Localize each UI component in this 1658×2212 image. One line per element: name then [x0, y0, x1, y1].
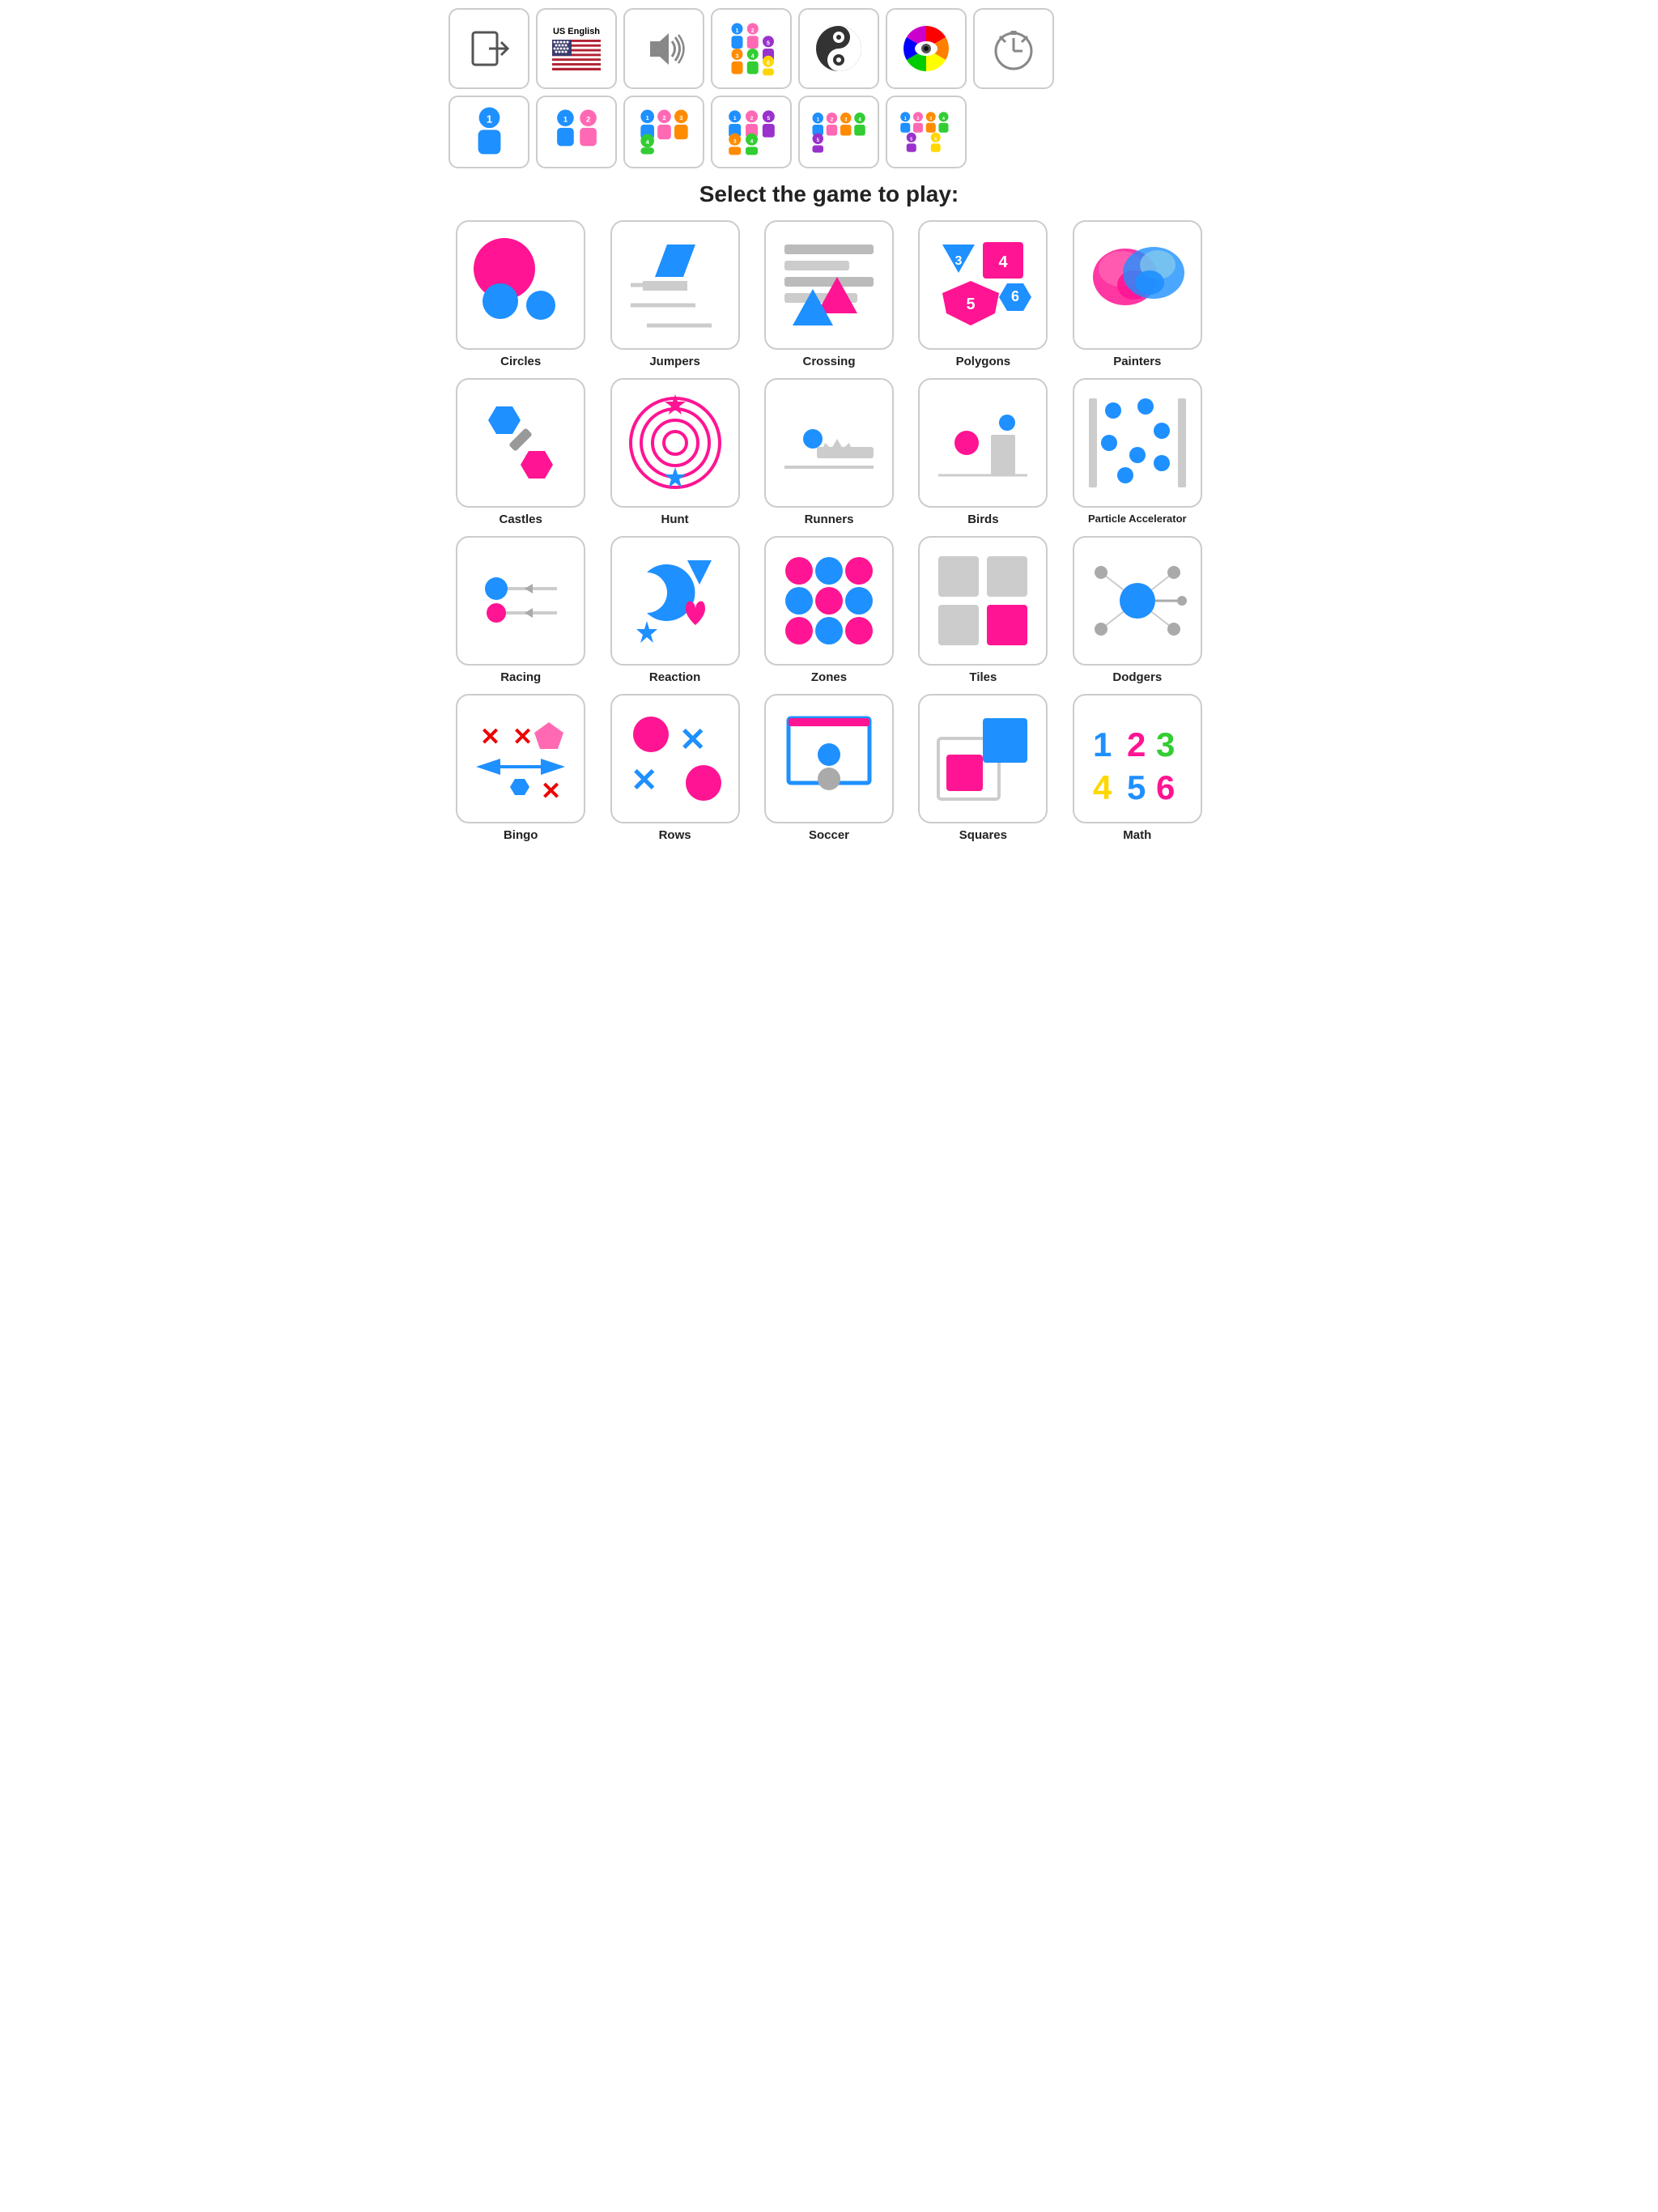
game-hunt-label: Hunt: [661, 513, 689, 526]
svg-text:2: 2: [662, 114, 665, 121]
svg-text:5: 5: [910, 138, 912, 143]
game-zones-label: Zones: [811, 670, 847, 684]
game-soccer[interactable]: Soccer: [757, 694, 901, 842]
game-painters-label: Painters: [1113, 355, 1161, 368]
svg-text:2: 2: [750, 116, 753, 121]
svg-text:1: 1: [903, 117, 906, 121]
game-dodgers-label: Dodgers: [1112, 670, 1162, 684]
game-grid: Circles Jumpers: [449, 220, 1209, 842]
game-runners[interactable]: Runners: [757, 378, 901, 526]
game-tiles-label: Tiles: [969, 670, 997, 684]
game-dodgers[interactable]: Dodgers: [1065, 536, 1209, 684]
svg-text:3: 3: [733, 138, 736, 144]
game-hunt[interactable]: Hunt: [602, 378, 746, 526]
svg-text:✕: ✕: [631, 763, 658, 798]
game-particle-accelerator-label: Particle Accelerator: [1088, 513, 1187, 525]
svg-text:4: 4: [751, 53, 755, 59]
svg-text:5: 5: [767, 41, 770, 47]
game-racing[interactable]: Racing: [449, 536, 593, 684]
svg-text:✕: ✕: [480, 724, 500, 751]
game-bingo[interactable]: ✕ ✕ ✕ Bingo: [449, 694, 593, 842]
game-racing-label: Racing: [500, 670, 541, 684]
game-reaction-label: Reaction: [649, 670, 700, 684]
svg-text:1: 1: [645, 114, 648, 121]
timer-button[interactable]: [973, 8, 1054, 89]
game-birds[interactable]: Birds: [911, 378, 1055, 526]
svg-text:6: 6: [1156, 768, 1175, 806]
svg-text:6: 6: [1011, 288, 1019, 304]
svg-text:1: 1: [486, 113, 491, 125]
game-jumpers-label: Jumpers: [649, 355, 700, 368]
game-squares[interactable]: Squares: [911, 694, 1055, 842]
svg-text:3: 3: [1156, 725, 1175, 764]
svg-text:2: 2: [1127, 725, 1146, 764]
game-jumpers[interactable]: Jumpers: [602, 220, 746, 368]
language-button[interactable]: US English: [536, 8, 617, 89]
svg-text:5: 5: [1127, 768, 1146, 806]
svg-text:5: 5: [967, 296, 976, 313]
svg-text:2: 2: [585, 115, 589, 123]
game-circles[interactable]: Circles: [449, 220, 593, 368]
player-3-button[interactable]: 1 2 3 4: [623, 96, 704, 168]
svg-text:3: 3: [736, 53, 739, 59]
game-zones[interactable]: Zones: [757, 536, 901, 684]
svg-text:3: 3: [679, 114, 682, 121]
svg-text:✕: ✕: [541, 778, 561, 805]
svg-text:✕: ✕: [512, 724, 533, 751]
game-math[interactable]: 1 2 3 4 5 6 Math: [1065, 694, 1209, 842]
player-5-button[interactable]: 1 2 3 4 5: [798, 96, 879, 168]
svg-text:4: 4: [1093, 768, 1112, 806]
svg-text:2: 2: [916, 117, 919, 121]
language-label: US English: [553, 27, 600, 36]
svg-text:5: 5: [767, 116, 770, 121]
player-1-button[interactable]: 1: [449, 96, 529, 168]
game-castles[interactable]: Castles: [449, 378, 593, 526]
game-castles-label: Castles: [500, 513, 542, 526]
section-title: Select the game to play:: [449, 181, 1209, 207]
svg-text:1: 1: [733, 116, 736, 121]
game-rows[interactable]: ✕ ✕ Rows: [602, 694, 746, 842]
svg-text:4: 4: [999, 253, 1009, 271]
svg-text:3: 3: [929, 117, 932, 121]
player-2-button[interactable]: 1 2: [536, 96, 617, 168]
game-birds-label: Birds: [967, 513, 998, 526]
svg-text:4: 4: [942, 117, 945, 121]
game-crossing[interactable]: Crossing: [757, 220, 901, 368]
game-polygons[interactable]: 4 5 6 3 Polygons: [911, 220, 1055, 368]
svg-text:1: 1: [1093, 725, 1112, 764]
player-6-button[interactable]: 1 2 3 4 5 6: [886, 96, 967, 168]
yin-yang-button[interactable]: [798, 8, 879, 89]
svg-text:1: 1: [563, 115, 567, 123]
game-painters[interactable]: Painters: [1065, 220, 1209, 368]
game-runners-label: Runners: [805, 513, 854, 526]
game-rows-label: Rows: [659, 828, 691, 842]
svg-text:6: 6: [934, 138, 937, 143]
player-count-row: 1 1 2 1 2 3 4: [449, 96, 1209, 168]
game-crossing-label: Crossing: [802, 355, 855, 368]
svg-text:6: 6: [767, 61, 770, 66]
game-particle-accelerator[interactable]: Particle Accelerator: [1065, 378, 1209, 526]
game-math-label: Math: [1123, 828, 1151, 842]
svg-text:✕: ✕: [679, 722, 707, 758]
svg-text:3: 3: [955, 254, 963, 268]
game-squares-label: Squares: [959, 828, 1007, 842]
players-button[interactable]: 1 2 3 4 5 6: [711, 8, 792, 89]
game-tiles[interactable]: Tiles: [911, 536, 1055, 684]
color-wheel-button[interactable]: [886, 8, 967, 89]
svg-text:4: 4: [750, 138, 753, 144]
player-4-button[interactable]: 1 2 3 4 5: [711, 96, 792, 168]
svg-text:2: 2: [751, 28, 755, 34]
sound-button[interactable]: [623, 8, 704, 89]
game-circles-label: Circles: [500, 355, 541, 368]
svg-text:1: 1: [736, 28, 739, 34]
exit-button[interactable]: [449, 8, 529, 89]
game-soccer-label: Soccer: [809, 828, 849, 842]
game-bingo-label: Bingo: [504, 828, 538, 842]
game-polygons-label: Polygons: [956, 355, 1011, 368]
toolbar: US English: [449, 8, 1209, 89]
game-reaction[interactable]: Reaction: [602, 536, 746, 684]
